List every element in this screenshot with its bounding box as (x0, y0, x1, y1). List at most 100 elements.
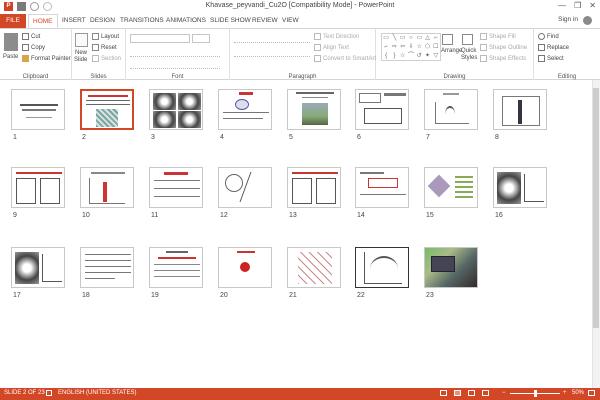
slide-thumbnail-17[interactable] (11, 247, 65, 288)
slide-thumbnail-3[interactable] (149, 89, 203, 130)
slide-number: 4 (220, 134, 224, 141)
close-button[interactable]: ✕ (589, 1, 596, 10)
slide-number: 2 (82, 134, 86, 141)
align-text-button[interactable]: Align Text (314, 44, 349, 51)
replace-button[interactable]: Replace (538, 44, 569, 51)
slide-thumbnail-20[interactable] (218, 247, 272, 288)
quick-styles-button[interactable]: Quick (461, 48, 476, 54)
reset-icon (92, 44, 99, 51)
find-button[interactable]: Find (538, 33, 559, 40)
slide-number: 21 (289, 292, 297, 299)
proofing-icon[interactable] (46, 390, 52, 396)
sign-in-link[interactable]: Sign in (558, 16, 578, 23)
shape-outline-button[interactable]: Shape Outline (480, 44, 527, 51)
window-title: Khavase_peyvandi_Cu2O [Compatibility Mod… (205, 2, 395, 9)
magnifier-icon (538, 33, 545, 40)
font-name-combo[interactable] (130, 34, 190, 43)
slide-number: 22 (357, 292, 365, 299)
shape-effects-button[interactable]: Shape Effects (480, 55, 526, 62)
slide-thumbnail-11[interactable] (149, 167, 203, 208)
slide-thumbnail-21[interactable] (287, 247, 341, 288)
normal-view-icon[interactable] (440, 390, 447, 396)
reset-button[interactable]: Reset (92, 44, 117, 51)
alignment-buttons[interactable] (234, 49, 310, 57)
tab-review[interactable]: REVIEW (248, 14, 282, 28)
tab-animations[interactable]: ANIMATIONS (162, 14, 210, 28)
new-slide-label[interactable]: New (75, 50, 87, 56)
slide-number: 6 (357, 134, 361, 141)
zoom-level[interactable]: 50% (572, 390, 584, 396)
slide-thumbnail-18[interactable] (80, 247, 134, 288)
list-buttons[interactable] (234, 35, 310, 43)
tab-design[interactable]: DESIGN (86, 14, 119, 28)
slide-thumbnail-12[interactable] (218, 167, 272, 208)
slide-thumbnail-15[interactable] (424, 167, 478, 208)
slide-thumbnail-4[interactable] (218, 89, 272, 130)
font-size-combo[interactable] (192, 34, 210, 43)
cursor-icon (538, 55, 545, 62)
tab-insert[interactable]: INSERT (58, 14, 90, 28)
arrange-button[interactable]: Arrange (441, 48, 462, 54)
language-status[interactable]: ENGLISH (UNITED STATES) (58, 390, 136, 396)
slide-number: 5 (289, 134, 293, 141)
slide-thumbnail-9[interactable] (11, 167, 65, 208)
text-direction-button[interactable]: Text Direction (314, 33, 359, 40)
slide-thumbnail-2[interactable] (80, 89, 134, 130)
slide-sorter-view-icon[interactable] (454, 390, 461, 396)
slide-thumbnail-16[interactable] (493, 167, 547, 208)
slide-thumbnail-22[interactable] (355, 247, 409, 288)
zoom-slider-thumb[interactable] (534, 390, 537, 397)
quick-styles-icon[interactable] (462, 34, 473, 45)
slide-show-view-icon[interactable] (482, 390, 489, 396)
paste-icon[interactable] (4, 33, 18, 51)
slide-thumbnail-8[interactable] (493, 89, 547, 130)
new-slide-label-2[interactable]: Slide (74, 57, 87, 63)
font-format-buttons[interactable] (130, 49, 220, 57)
ribbon-tabs: FILE HOME INSERT DESIGN TRANSITIONS ANIM… (0, 14, 600, 28)
tab-view[interactable]: VIEW (278, 14, 303, 28)
slide-number: 9 (13, 212, 17, 219)
format-painter-button[interactable]: Format Painter (22, 55, 71, 62)
align-text-icon (314, 44, 321, 51)
fit-to-window-icon[interactable] (588, 390, 595, 396)
slide-thumbnail-23[interactable] (424, 247, 478, 288)
vertical-scrollbar[interactable] (592, 80, 600, 388)
convert-smartart-button[interactable]: Convert to SmartArt (314, 55, 376, 62)
minimize-button[interactable]: — (558, 1, 566, 10)
cut-button[interactable]: Cut (22, 33, 40, 40)
slide-number: 1 (13, 134, 17, 141)
slide-thumbnail-5[interactable] (287, 89, 341, 130)
tab-home[interactable]: HOME (28, 14, 58, 28)
paste-button[interactable]: Paste (3, 54, 18, 60)
slide-thumbnail-7[interactable] (424, 89, 478, 130)
slide-thumbnail-6[interactable] (355, 89, 409, 130)
clipboard-group: Paste Cut Copy Format Painter Clipboard (0, 29, 72, 81)
slide-number: 15 (426, 212, 434, 219)
select-button[interactable]: Select (538, 55, 564, 62)
user-avatar-icon[interactable] (583, 16, 592, 25)
new-slide-icon[interactable] (75, 33, 88, 47)
arrange-icon[interactable] (442, 34, 453, 45)
zoom-out-button[interactable]: − (502, 390, 506, 396)
slide-thumbnail-10[interactable] (80, 167, 134, 208)
tab-transitions[interactable]: TRANSITIONS (116, 14, 168, 28)
quick-styles-button-2[interactable]: Styles (461, 55, 477, 61)
zoom-in-button[interactable]: + (563, 390, 567, 396)
slide-thumbnail-1[interactable] (11, 89, 65, 130)
section-button[interactable]: Section (92, 55, 121, 62)
layout-icon (92, 33, 99, 40)
slide-thumbnail-13[interactable] (287, 167, 341, 208)
slide-thumbnail-14[interactable] (355, 167, 409, 208)
slide-count-status: SLIDE 2 OF 23 (4, 390, 45, 396)
shape-fill-button[interactable]: Shape Fill (480, 33, 516, 40)
font-color-buttons[interactable] (130, 61, 220, 69)
reading-view-icon[interactable] (468, 390, 475, 396)
restore-button[interactable]: ❐ (574, 1, 581, 10)
copy-button[interactable]: Copy (22, 44, 45, 51)
tab-file[interactable]: FILE (0, 14, 26, 28)
shapes-gallery[interactable]: ▭ ╲ ▭ ○ ▭ △ ⌐ ⌐ ⇨ ⇦ ⇩ ☆ ⬠ ☐ {} ☆ ⌒ ↺ ✦ ▽ (381, 33, 441, 61)
slide-thumbnail-19[interactable] (149, 247, 203, 288)
layout-button[interactable]: Layout (92, 33, 119, 40)
scrollbar-thumb[interactable] (593, 88, 599, 328)
pen-outline-icon (480, 44, 487, 51)
